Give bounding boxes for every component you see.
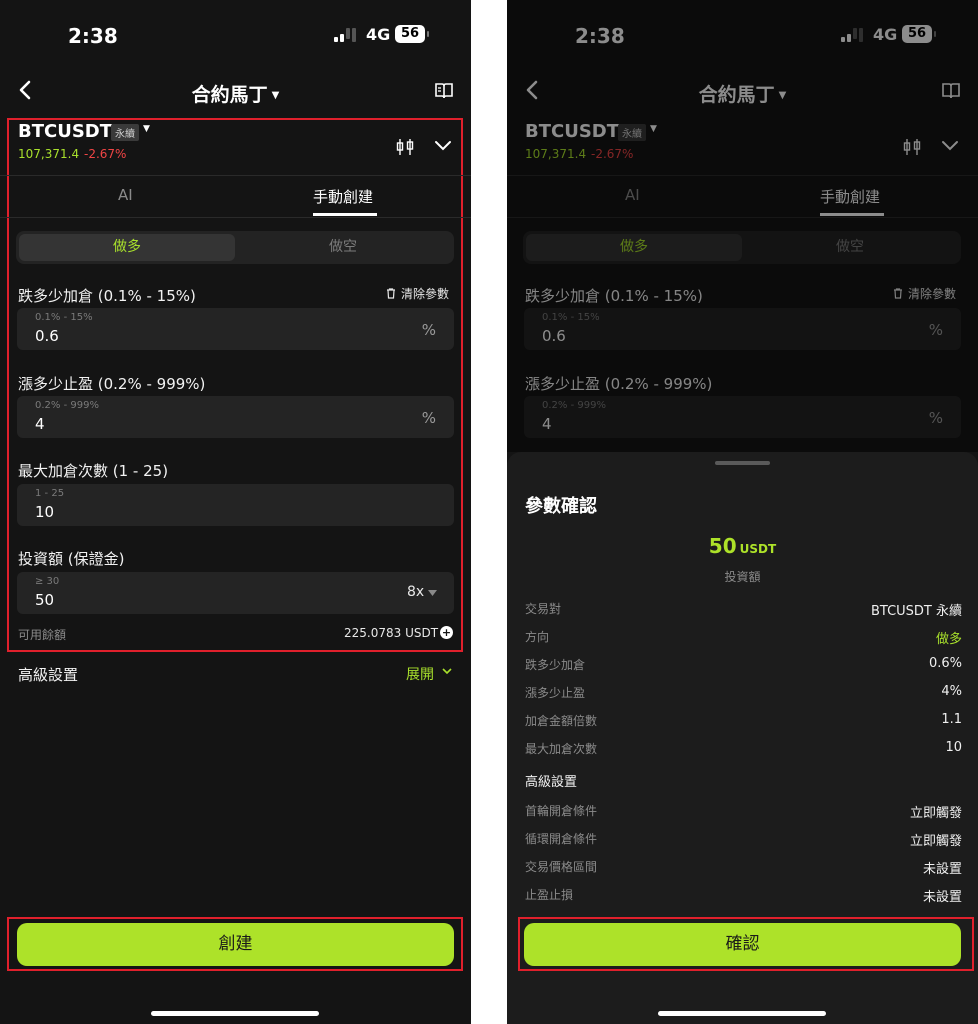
price-range-value: 未設置 (922, 862, 962, 877)
percent-unit: % (421, 321, 436, 339)
direction-toggle: 做多 做空 (16, 231, 454, 264)
drop-add-placeholder: 0.1% - 15% (35, 312, 93, 323)
divider (0, 175, 471, 176)
drop-add-label: 跌多少加倉 (525, 658, 586, 672)
nav-header: 合約馬丁 ▼ (0, 70, 471, 114)
confirm-screen: 2:38 4G 56 合約馬丁 ▼ BTCUSDT 永續 ▼ 107,371.4 … (507, 0, 978, 1024)
take-profit-label: 漲多少止盈 (0.2% - 999%) (18, 375, 206, 393)
home-indicator (658, 1011, 826, 1016)
caret-down-icon: ▼ (271, 90, 280, 101)
symbol-caret-icon[interactable]: ▼ (143, 124, 150, 134)
candlestick-icon[interactable] (395, 138, 415, 156)
symbol-name[interactable]: BTCUSDT (18, 121, 112, 142)
cycle-open-label: 循環開倉條件 (525, 832, 598, 846)
investment-value: 50 (35, 591, 55, 609)
symbol-change: -2.67% (84, 147, 127, 161)
amount-unit: USDT (739, 542, 777, 556)
perpetual-badge: 永續 (111, 124, 139, 141)
multiplier-label: 加倉金額倍數 (525, 714, 598, 728)
take-profit-value: 4 (35, 415, 45, 433)
investment-input[interactable]: ≥ 30 50 (17, 572, 454, 614)
max-add-input[interactable]: 1 - 25 10 (17, 484, 454, 526)
take-profit-input[interactable]: 0.2% - 999% 4 % (17, 396, 454, 438)
pair-value: BTCUSDT 永續 (870, 604, 962, 619)
take-profit-label: 漲多少止盈 (525, 686, 586, 700)
status-bar: 2:38 4G 56 (0, 0, 471, 70)
drop-add-input[interactable]: 0.1% - 15% 0.6 % (17, 308, 454, 350)
take-profit-value: 4% (941, 684, 962, 699)
direction-long-button[interactable]: 做多 (19, 234, 235, 261)
amount-value: 50 (708, 534, 737, 558)
direction-value: 做多 (935, 632, 962, 647)
tab-underline (313, 213, 377, 216)
take-profit-placeholder: 0.2% - 999% (35, 400, 99, 411)
chevron-down-icon[interactable] (433, 139, 453, 153)
trash-icon (387, 288, 395, 299)
drop-add-label: 跌多少加倉 (0.1% - 15%) (18, 287, 196, 305)
investment-label: 投資額 (保證金) (18, 550, 125, 568)
sheet-title: 參數確認 (525, 496, 597, 517)
advanced-section-title: 高級設置 (525, 775, 578, 790)
home-indicator (151, 1011, 319, 1016)
confirm-button[interactable]: 確認 (524, 923, 961, 966)
clear-params-button[interactable]: 清除參數 (386, 285, 449, 302)
max-add-placeholder: 1 - 25 (35, 488, 65, 499)
advanced-settings-label: 高級設置 (18, 666, 79, 684)
amount-label: 投資額 (724, 570, 761, 584)
add-funds-icon[interactable]: + (440, 626, 453, 639)
caret-down-icon[interactable] (428, 590, 437, 596)
direction-label: 方向 (525, 630, 550, 644)
leverage-select[interactable]: 8x (407, 584, 424, 600)
create-button[interactable]: 創建 (17, 923, 454, 966)
modal-backdrop[interactable] (507, 0, 978, 452)
first-open-value: 立即觸發 (909, 806, 962, 821)
battery-icon: 56 (395, 25, 429, 43)
multiplier-value: 1.1 (941, 712, 962, 727)
pair-label: 交易對 (525, 602, 562, 616)
signal-icon (334, 28, 360, 42)
investment-amount: 50 USDT (507, 534, 978, 558)
tp-sl-value: 未設置 (922, 890, 962, 905)
cycle-open-value: 立即觸發 (909, 834, 962, 849)
max-add-value: 10 (35, 503, 55, 521)
tab-ai[interactable]: AI (118, 186, 133, 204)
create-screen: 2:38 4G 56 合約馬丁 ▼ BTCUSDT 永續 ▼ 107,371.4 … (0, 0, 471, 1024)
expand-advanced-button[interactable]: 展開 (406, 664, 434, 684)
price-range-label: 交易價格區間 (525, 860, 598, 874)
status-time: 2:38 (68, 24, 118, 48)
investment-placeholder: ≥ 30 (35, 576, 60, 587)
page-title-text: 合約馬丁 (191, 84, 268, 106)
sheet-grabber[interactable] (715, 461, 770, 465)
drop-add-value: 0.6 (35, 327, 59, 345)
max-add-label: 最大加倉次數 (525, 742, 598, 756)
network-label: 4G (366, 25, 391, 44)
max-add-label: 最大加倉次數 (1 - 25) (18, 462, 169, 480)
available-balance-label: 可用餘額 (18, 628, 67, 642)
drop-add-value: 0.6% (928, 656, 962, 671)
book-icon[interactable] (434, 82, 454, 100)
tab-manual-create[interactable]: 手動創建 (313, 186, 373, 207)
percent-unit: % (421, 409, 436, 427)
divider (0, 217, 471, 218)
tp-sl-label: 止盈止損 (525, 888, 574, 902)
clear-params-label: 清除參數 (401, 287, 450, 301)
symbol-price: 107,371.4 (18, 147, 80, 161)
first-open-label: 首輪開倉條件 (525, 804, 598, 818)
available-balance-value: 225.0783 USDT (344, 626, 439, 640)
max-add-value: 10 (945, 740, 962, 755)
chevron-down-icon[interactable] (442, 668, 452, 675)
direction-short-button[interactable]: 做空 (235, 234, 451, 261)
page-title[interactable]: 合約馬丁 ▼ (0, 80, 471, 107)
